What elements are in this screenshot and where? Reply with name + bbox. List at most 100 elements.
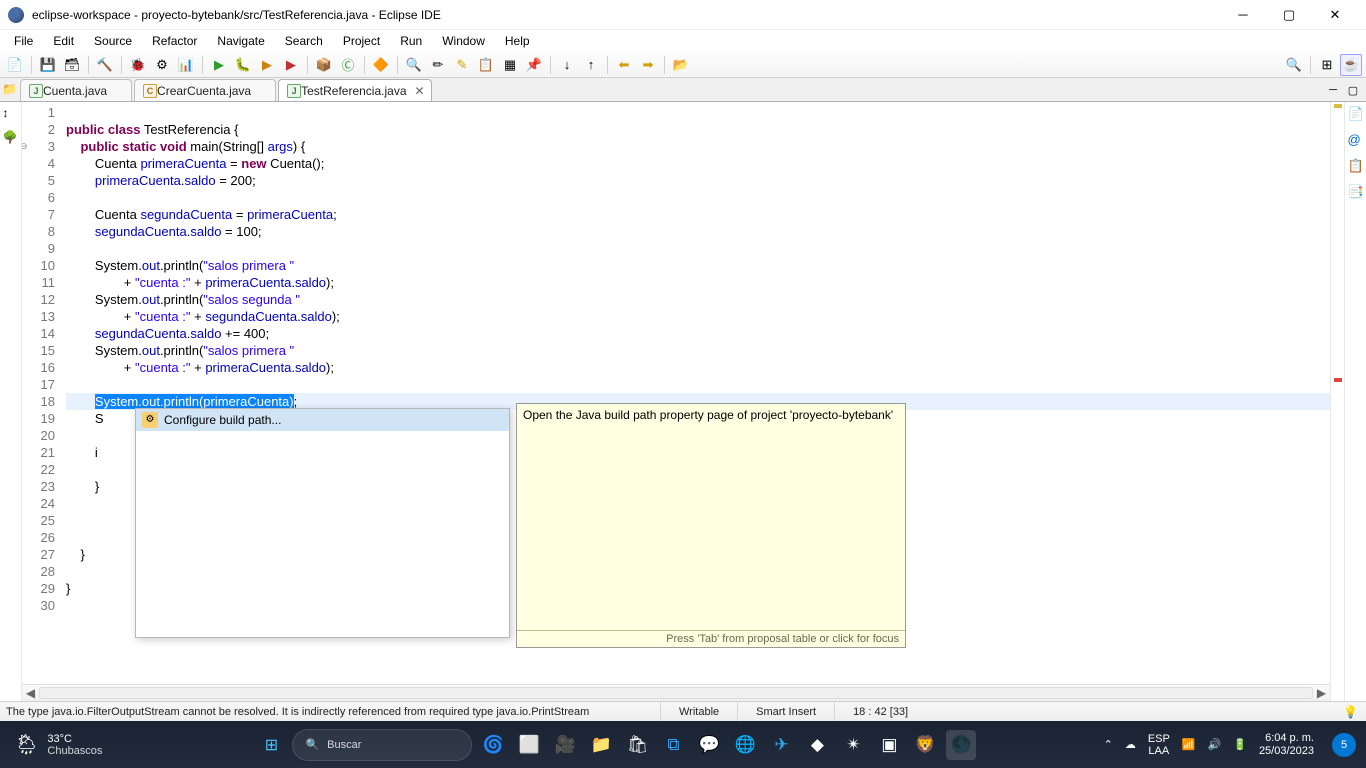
app-eclipse-icon[interactable]: 🌑 — [946, 730, 976, 760]
code-line[interactable]: + "cuenta :" + primeraCuenta.saldo); — [66, 274, 1330, 291]
menu-project[interactable]: Project — [333, 32, 390, 50]
tray-wifi-icon[interactable]: 📶 — [1182, 738, 1196, 751]
search-button[interactable]: 🔍 — [403, 54, 425, 76]
next-annotation-button[interactable]: ↓ — [556, 54, 578, 76]
package-explorer-toggle-icon[interactable]: 📁 — [2, 82, 18, 98]
editor-tab[interactable]: CCrearCuenta.java — [134, 79, 276, 101]
app-terminal-icon[interactable]: ▣ — [874, 730, 904, 760]
tasks-icon[interactable]: 📋 — [1348, 158, 1364, 174]
run-config-button[interactable]: ⚙ — [151, 54, 173, 76]
line-number[interactable]: 24 — [22, 495, 55, 512]
horizontal-scrollbar[interactable]: ◀▶ — [22, 684, 1330, 701]
line-number[interactable]: 3 — [22, 138, 55, 155]
javadoc-tooltip[interactable]: Open the Java build path property page o… — [516, 403, 906, 648]
line-number[interactable]: 20 — [22, 427, 55, 444]
forward-button[interactable]: ➡ — [637, 54, 659, 76]
line-number[interactable]: 17 — [22, 376, 55, 393]
app-store-icon[interactable]: 🛍 — [622, 730, 652, 760]
app-taskview-icon[interactable]: ⬜ — [514, 730, 544, 760]
line-number[interactable]: 23 — [22, 478, 55, 495]
app-misc2-icon[interactable]: ✴ — [838, 730, 868, 760]
annotation-button[interactable]: ✎ — [451, 54, 473, 76]
editor-tab[interactable]: JCuenta.java — [20, 79, 132, 101]
coverage-button[interactable]: 📊 — [175, 54, 197, 76]
perspective-button[interactable]: 📂 — [670, 54, 692, 76]
status-writable[interactable]: Writable — [660, 702, 737, 721]
line-number[interactable]: 8 — [22, 223, 55, 240]
maximize-view-button[interactable]: ▢ — [1344, 81, 1362, 99]
app-misc1-icon[interactable]: ◆ — [802, 730, 832, 760]
run-last-button[interactable]: ▶ — [256, 54, 278, 76]
maximize-button[interactable]: ▢ — [1266, 0, 1312, 30]
restore-icon[interactable]: ↕ — [3, 106, 19, 122]
access-search-button[interactable]: 🔍 — [1283, 54, 1305, 76]
app-swirl-icon[interactable]: 🌀 — [478, 730, 508, 760]
debug-config-button[interactable]: 🐞 — [127, 54, 149, 76]
code-line[interactable]: Cuenta primeraCuenta = new Cuenta(); — [66, 155, 1330, 172]
tray-chevron-icon[interactable]: ⌃ — [1104, 738, 1113, 751]
code-line[interactable]: System.out.println("salos primera " — [66, 342, 1330, 359]
code-line[interactable] — [66, 376, 1330, 393]
code-line[interactable]: Cuenta segundaCuenta = primeraCuenta; — [66, 206, 1330, 223]
code-line[interactable] — [66, 104, 1330, 121]
back-button[interactable]: ⬅ — [613, 54, 635, 76]
task-button[interactable]: 📋 — [475, 54, 497, 76]
menu-navigate[interactable]: Navigate — [207, 32, 274, 50]
external-tools-button[interactable]: ▶ — [280, 54, 302, 76]
app-telegram-icon[interactable]: ✈ — [766, 730, 796, 760]
app-brave-icon[interactable]: 🦁 — [910, 730, 940, 760]
build-button[interactable]: 🔨 — [94, 54, 116, 76]
editor-tab[interactable]: JTestReferencia.java✕ — [278, 79, 431, 101]
tray-volume-icon[interactable]: 🔊 — [1208, 738, 1222, 751]
line-number[interactable]: 19 — [22, 410, 55, 427]
open-perspective-button[interactable]: ⊞ — [1316, 54, 1338, 76]
new-button[interactable]: 📄 — [4, 54, 26, 76]
line-number[interactable]: 11 — [22, 274, 55, 291]
code-line[interactable]: segundaCuenta.saldo = 100; — [66, 223, 1330, 240]
app-camera-icon[interactable]: 🎥 — [550, 730, 580, 760]
block-button[interactable]: ▦ — [499, 54, 521, 76]
minimize-button[interactable]: ─ — [1220, 0, 1266, 30]
save-all-button[interactable]: 🗃 — [61, 54, 83, 76]
line-number[interactable]: 21 — [22, 444, 55, 461]
code-line[interactable] — [66, 189, 1330, 206]
menu-window[interactable]: Window — [432, 32, 495, 50]
line-number[interactable]: 10 — [22, 257, 55, 274]
taskbar-search[interactable]: 🔍 Buscar — [292, 729, 472, 761]
line-number[interactable]: 28 — [22, 563, 55, 580]
tab-close-button[interactable]: ✕ — [414, 84, 424, 98]
menu-help[interactable]: Help — [495, 32, 540, 50]
start-button[interactable]: ⊞ — [256, 730, 286, 760]
line-number[interactable]: 26 — [22, 529, 55, 546]
line-number[interactable]: 18 — [22, 393, 55, 410]
weather-widget[interactable]: 🌦 33°C Chubascos — [0, 732, 116, 757]
minimize-view-button[interactable]: ─ — [1324, 81, 1342, 99]
line-number[interactable]: 7 — [22, 206, 55, 223]
code-line[interactable]: System.out.println("salos primera " — [66, 257, 1330, 274]
keyboard-lang1[interactable]: ESP — [1148, 733, 1170, 745]
menu-refactor[interactable]: Refactor — [142, 32, 207, 50]
line-number[interactable]: 2 — [22, 121, 55, 138]
overview-ruler[interactable] — [1330, 102, 1344, 701]
tray-datetime[interactable]: 6:04 p. m. 25/03/2023 — [1259, 732, 1320, 758]
line-number[interactable]: 22 — [22, 461, 55, 478]
tip-icon[interactable]: 💡 — [1343, 705, 1358, 719]
pin-button[interactable]: 📌 — [523, 54, 545, 76]
tray-onedrive-icon[interactable]: ☁ — [1125, 738, 1136, 751]
notification-button[interactable]: 5 — [1332, 733, 1356, 757]
outline-icon[interactable]: 📄 — [1348, 106, 1364, 122]
line-number[interactable]: 13 — [22, 308, 55, 325]
line-number[interactable]: 30 — [22, 597, 55, 614]
app-vscode-icon[interactable]: ⧉ — [658, 730, 688, 760]
code-line[interactable]: primeraCuenta.saldo = 200; — [66, 172, 1330, 189]
code-line[interactable]: segundaCuenta.saldo += 400; — [66, 325, 1330, 342]
tray-battery-icon[interactable]: 🔋 — [1233, 738, 1247, 751]
line-number[interactable]: 6 — [22, 189, 55, 206]
open-type-button[interactable]: 🔶 — [370, 54, 392, 76]
task-list-icon[interactable]: @ — [1348, 132, 1364, 148]
save-button[interactable]: 💾 — [37, 54, 59, 76]
quickfix-popup[interactable]: ⚙ Configure build path... — [135, 408, 510, 638]
templates-icon[interactable]: 📑 — [1348, 184, 1364, 200]
code-line[interactable] — [66, 240, 1330, 257]
app-discord-icon[interactable]: 💬 — [694, 730, 724, 760]
